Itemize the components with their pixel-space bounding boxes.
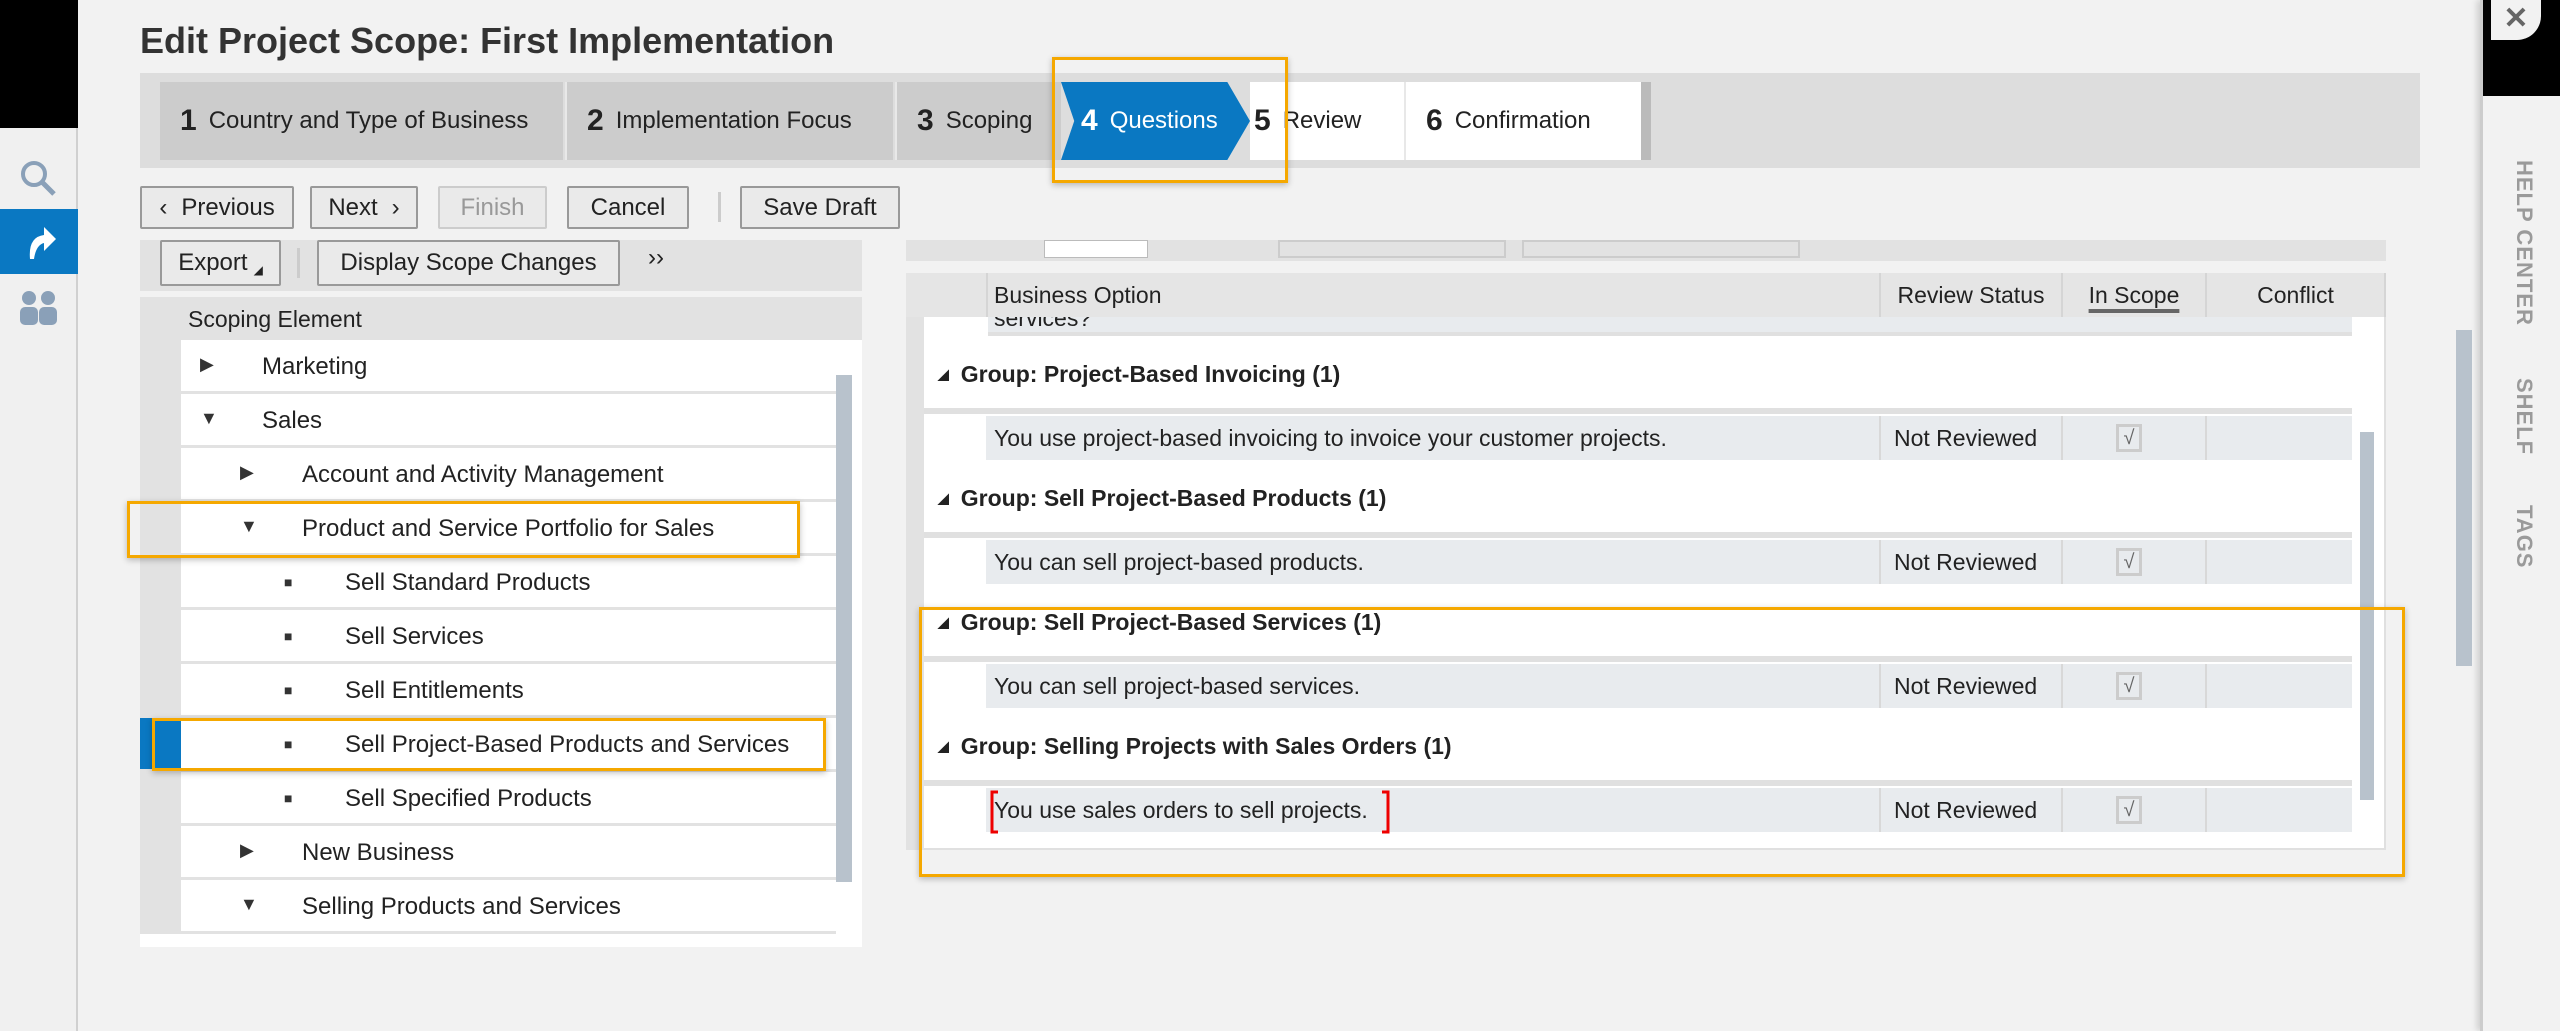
group-title: Group: Sell Project-Based Products (1) xyxy=(960,484,1387,511)
review-status: Not Reviewed xyxy=(1894,425,2038,451)
highlight-box xyxy=(127,501,800,558)
column-header-review-status[interactable]: Review Status xyxy=(1881,273,2063,317)
table-row[interactable]: You can sell project-based products. Not … xyxy=(986,540,2352,584)
group-header[interactable]: ◢ Group: Sell Project-Based Products (1) xyxy=(924,464,2352,538)
in-scope-checkbox[interactable]: √ xyxy=(2116,548,2142,576)
tree-item[interactable]: ■ Sell Entitlements xyxy=(140,664,836,718)
tree-item[interactable]: ▼ Selling Products and Services xyxy=(140,880,836,934)
highlight-box xyxy=(152,718,826,771)
scoping-tree: ▶ Marketing ▼ Sales ▶ Account and Activity Ma… xyxy=(140,340,862,947)
triangle-right-icon[interactable]: ▶ xyxy=(200,354,214,375)
column-header-conflict[interactable]: Conflict xyxy=(2207,273,2386,317)
page-title: Edit Project Scope: First Implementation xyxy=(140,20,835,61)
cancel-button[interactable]: Cancel xyxy=(567,186,689,229)
bullet-icon: ■ xyxy=(284,790,293,806)
dialog-scrollbar[interactable] xyxy=(2456,330,2472,666)
tags-tab[interactable]: TAGS xyxy=(2511,505,2537,568)
group-header[interactable]: ◢ Group: Project-Based Invoicing (1) xyxy=(924,340,2352,414)
left-launchpad-bar xyxy=(0,0,78,1031)
review-status: Not Reviewed xyxy=(1894,549,2038,575)
group-title: Group: Project-Based Invoicing (1) xyxy=(960,360,1341,387)
help-center-tab[interactable]: HELP CENTER xyxy=(2511,160,2537,326)
highlight-box xyxy=(1052,57,1288,183)
save-draft-button[interactable]: Save Draft xyxy=(740,186,900,229)
right-toolbar xyxy=(906,240,2386,261)
tree-scrollbar[interactable] xyxy=(836,375,852,882)
tree-item[interactable]: ▶ Marketing xyxy=(140,340,836,394)
tree-item-label: Account and Activity Management xyxy=(302,461,664,488)
search-icon[interactable] xyxy=(18,158,58,198)
wizard-step-3[interactable]: 3 Scoping xyxy=(895,82,1061,160)
table-row[interactable]: You use project-based invoicing to invoi… xyxy=(986,416,2352,460)
tree-item[interactable]: ▼ Sales xyxy=(140,394,836,448)
previous-button[interactable]: ‹ Previous xyxy=(140,186,294,229)
scoping-element-header: Scoping Element xyxy=(140,297,862,340)
tree-item-label: Sell Specified Products xyxy=(345,785,592,812)
overflow-button[interactable]: ›› xyxy=(648,244,664,272)
in-scope-checkbox[interactable]: √ xyxy=(2116,424,2142,452)
finish-button[interactable]: Finish xyxy=(438,186,547,229)
tree-item[interactable]: ▶ Account and Activity Management xyxy=(140,448,836,502)
shelf-tab[interactable]: SHELF xyxy=(2511,378,2537,455)
bullet-icon: ■ xyxy=(284,682,293,698)
tree-item-label: Sales xyxy=(262,407,323,434)
triangle-down-icon[interactable]: ▼ xyxy=(240,894,258,915)
display-scope-changes-button[interactable]: Display Scope Changes xyxy=(317,240,620,286)
triangle-down-icon[interactable]: ▼ xyxy=(200,408,218,429)
wizard-step-1[interactable]: 1 Country and Type of Business xyxy=(160,82,563,160)
tree-item[interactable]: ▶ New Business xyxy=(140,826,836,880)
tree-item[interactable]: ■ Sell Specified Products xyxy=(140,772,836,826)
triangle-right-icon[interactable]: ▶ xyxy=(240,840,254,861)
triangle-right-icon[interactable]: ▶ xyxy=(240,462,254,483)
tree-item[interactable]: ■ Sell Standard Products xyxy=(140,556,836,610)
focus-bracket xyxy=(990,790,1390,834)
bullet-icon: ■ xyxy=(284,628,293,644)
wizard-step-6[interactable]: 6 Confirmation xyxy=(1404,82,1641,160)
wizard-step-2[interactable]: 2 Implementation Focus xyxy=(565,82,893,160)
tree-item-label: Sell Entitlements xyxy=(345,677,524,704)
tree-item-label: Marketing xyxy=(262,353,368,380)
highlight-box xyxy=(919,607,2405,877)
next-button[interactable]: Next › xyxy=(310,186,418,229)
business-option-text: You use project-based invoicing to invoi… xyxy=(994,425,1667,451)
tree-item-label: Sell Services xyxy=(345,623,484,650)
collapse-icon[interactable]: ◢ xyxy=(938,490,949,507)
tree-item-label: New Business xyxy=(302,839,455,866)
people-icon[interactable] xyxy=(16,288,62,328)
right-sidebar: ✕ HELP CENTER SHELF TAGS xyxy=(2480,0,2560,1031)
column-header-business-option[interactable]: Business Option xyxy=(988,273,1881,317)
tree-item[interactable]: ■ Sell Services xyxy=(140,610,836,664)
tree-item-label: Selling Products and Services xyxy=(302,893,621,920)
column-header-in-scope[interactable]: In Scope xyxy=(2063,273,2207,317)
business-option-text: You can sell project-based products. xyxy=(994,549,1364,575)
navigate-icon[interactable] xyxy=(0,209,78,274)
collapse-icon[interactable]: ◢ xyxy=(938,366,949,383)
export-button[interactable]: Export ◢ xyxy=(160,240,281,286)
bullet-icon: ■ xyxy=(284,574,293,590)
partial-row: services? xyxy=(988,317,2352,336)
tree-item-label: Sell Standard Products xyxy=(345,569,591,596)
